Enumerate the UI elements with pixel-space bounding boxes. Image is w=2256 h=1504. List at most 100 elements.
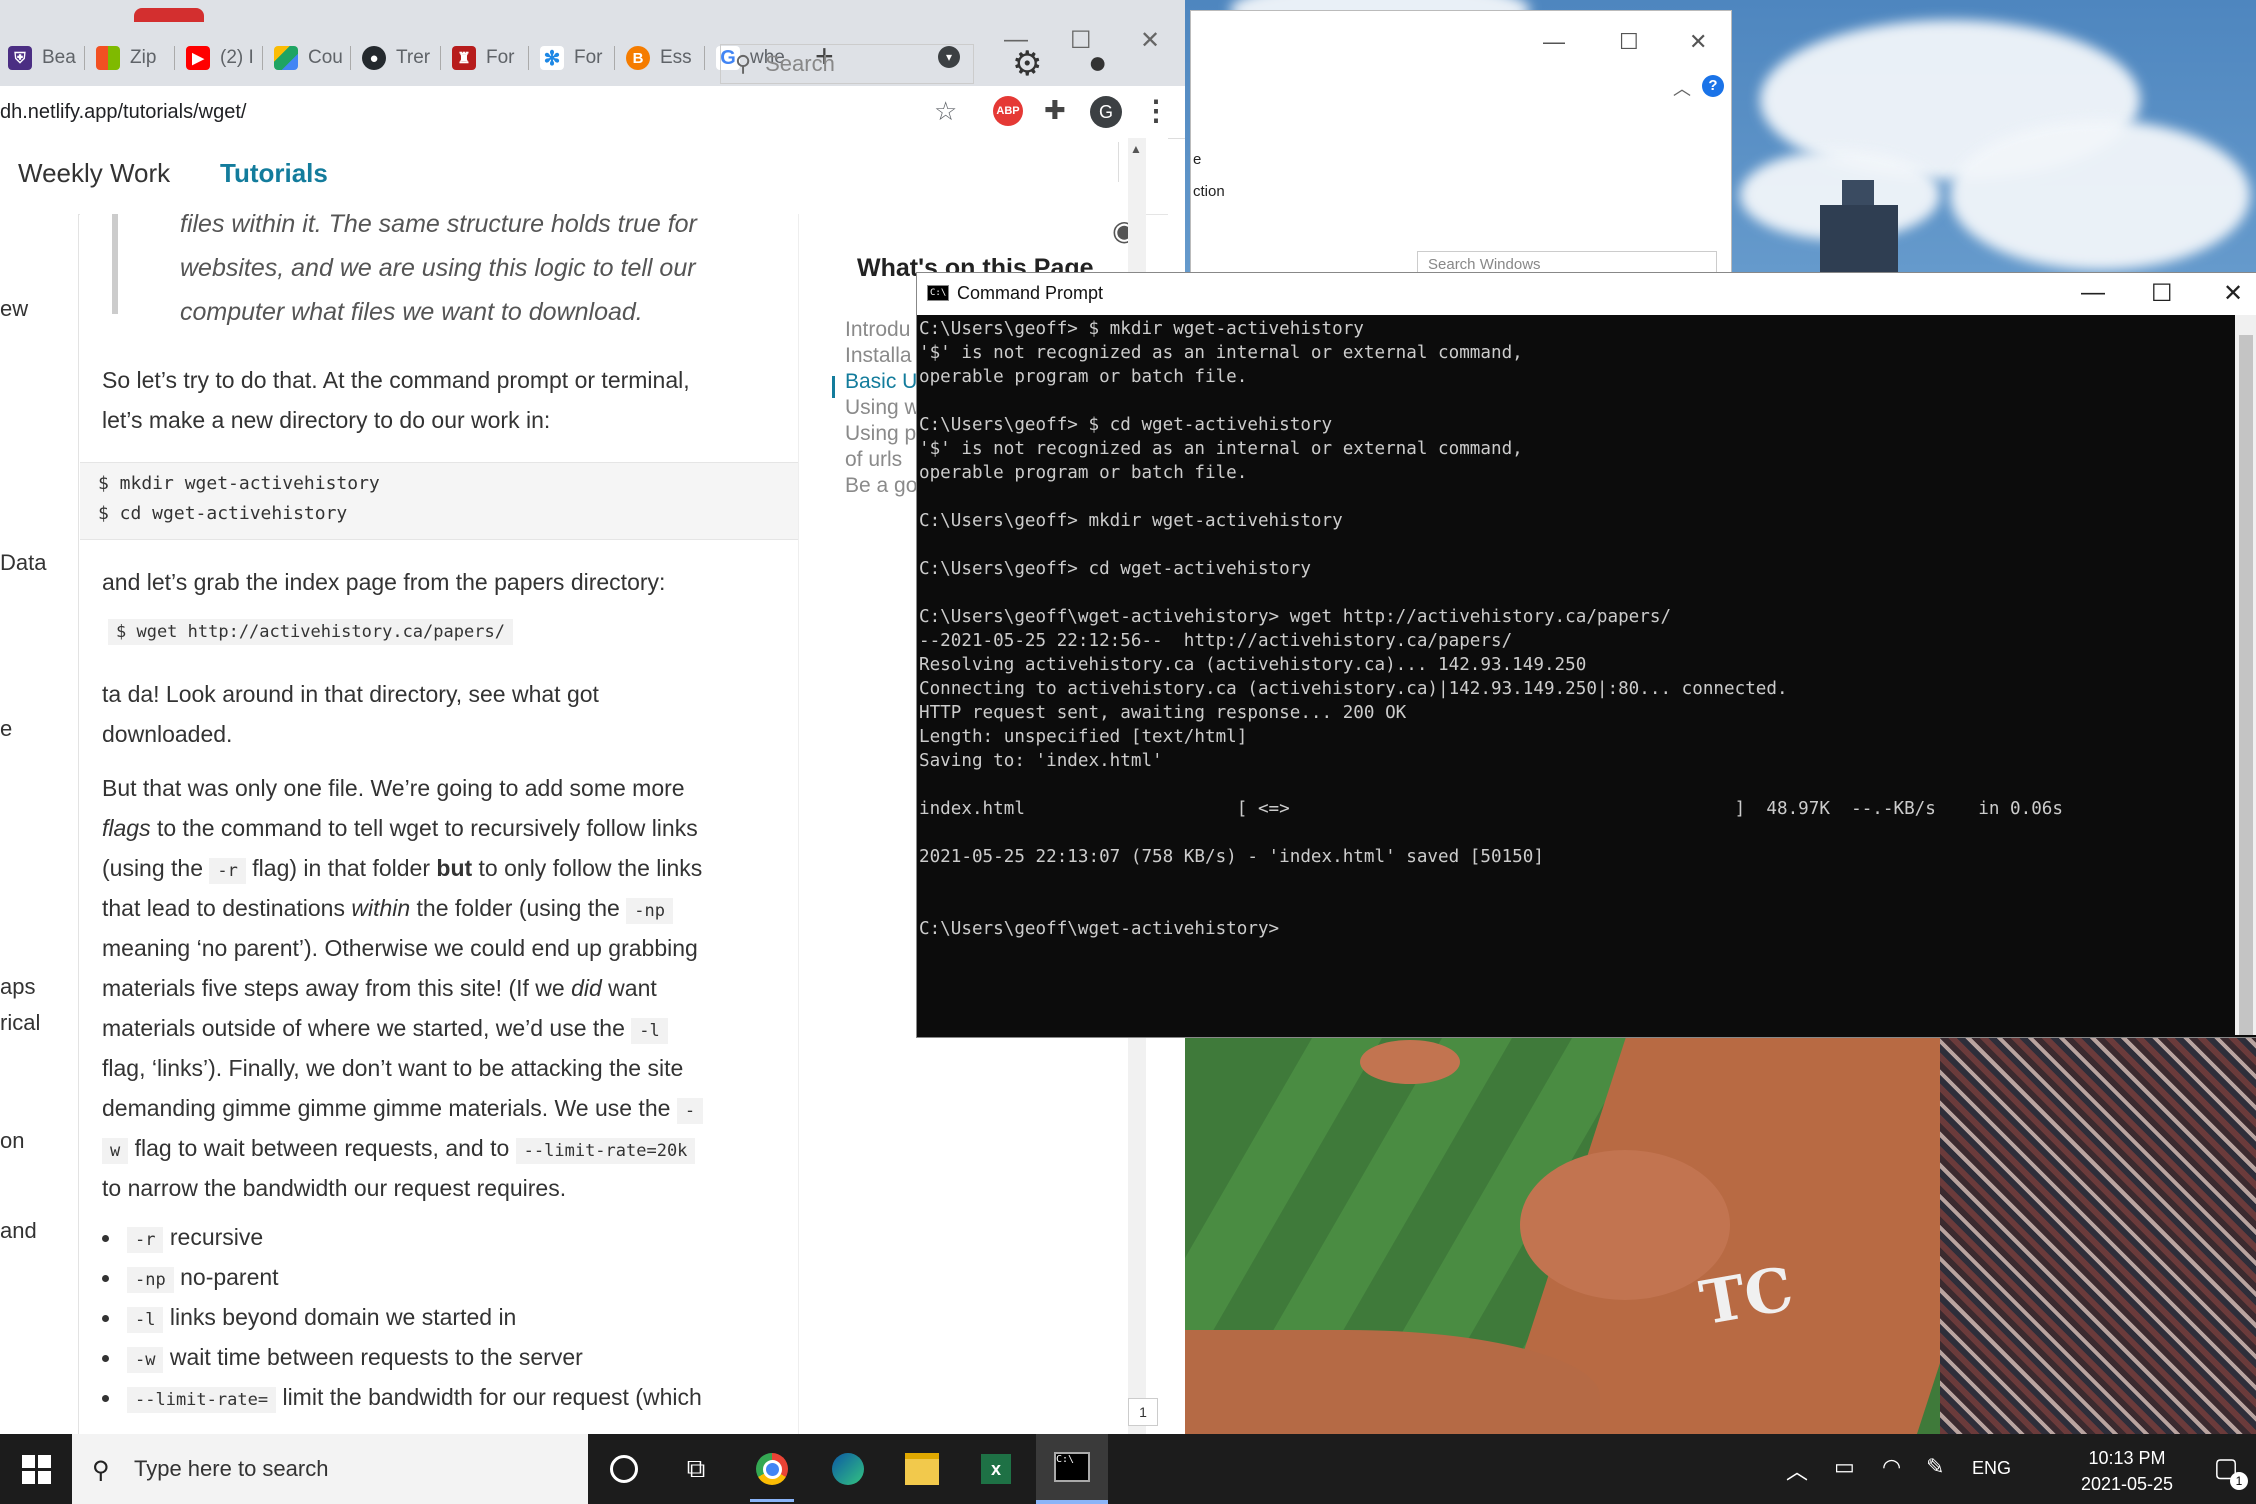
file-explorer-taskbar-icon[interactable] <box>886 1434 958 1504</box>
address-bar[interactable]: dh.netlify.app/tutorials/wget/ <box>0 92 980 132</box>
start-button[interactable] <box>0 1434 72 1504</box>
github-icon[interactable]: ● <box>1088 44 1107 81</box>
cmd-line: Length: unspecified [text/html] <box>919 727 1248 747</box>
tab[interactable]: ✻ For <box>540 38 603 78</box>
blockquote-line: websites, and we are using this logic to… <box>180 254 696 282</box>
tab[interactable]: Cou <box>274 38 343 78</box>
tab[interactable]: B Ess <box>626 38 692 78</box>
help-icon[interactable]: ? <box>1702 75 1724 97</box>
tab[interactable]: ♜ For <box>452 38 515 78</box>
toc-link[interactable]: Installa <box>845 344 912 368</box>
clock[interactable]: 10:13 PM 2021-05-25 <box>2072 1445 2182 1497</box>
adblock-plus-icon[interactable]: ABP <box>993 96 1023 126</box>
paragraph-line: w flag to wait between requests, and to … <box>102 1128 792 1171</box>
paragraph-line: let’s make a new directory to do our wor… <box>102 407 551 433</box>
nav-weekly-work[interactable]: Weekly Work <box>18 158 170 189</box>
profile-avatar[interactable]: G <box>1090 96 1122 128</box>
paragraph-line: So let’s try to do that. At the command … <box>102 367 690 393</box>
cortana-icon[interactable] <box>588 1434 660 1504</box>
cmd-line: Connecting to activehistory.ca (activehi… <box>919 679 1788 699</box>
cmd-prompt-line[interactable]: C:\Users\geoff\wget-activehistory> <box>919 919 1279 939</box>
tab[interactable]: ⛨ Bea <box>8 38 76 78</box>
maximize-icon[interactable]: ☐ <box>1619 29 1639 55</box>
cmd-line: C:\Users\geoff\wget-activehistory> wget … <box>919 607 1672 627</box>
tab-label: (2) I <box>220 47 254 68</box>
paragraph-line: meaning ‘no parent’). Otherwise we could… <box>102 935 698 961</box>
language-indicator[interactable]: ENG <box>1972 1458 2011 1479</box>
battery-icon[interactable]: ▭ <box>1834 1454 1855 1480</box>
cmd-output[interactable]: C:\Users\geoff> $ mkdir wget-activehisto… <box>917 315 2235 1035</box>
chrome-taskbar-icon[interactable] <box>736 1434 808 1504</box>
ribbon-label: ction <box>1193 183 1225 200</box>
tab-label: For <box>486 47 515 68</box>
gear-icon[interactable]: ⚙ <box>1012 44 1042 84</box>
cmd-line: '$' is not recognized as an internal or … <box>919 439 1523 459</box>
scroll-thumb[interactable] <box>2239 335 2253 1035</box>
tab-label: For <box>574 47 603 68</box>
search-icon: ⚲ <box>92 1457 110 1484</box>
wifi-icon[interactable]: ◠ <box>1882 1454 1901 1480</box>
excel-taskbar-icon[interactable]: x <box>960 1434 1032 1504</box>
paragraph-line: But that was only one file. We’re going … <box>102 775 685 801</box>
blockquote-line: files within it. The same structure hold… <box>180 214 697 238</box>
sidebar-item[interactable]: rical <box>0 1010 40 1036</box>
cmd-line: Resolving activehistory.ca (activehistor… <box>919 655 1587 675</box>
command-prompt-window[interactable]: C:\ Command Prompt — ☐ ✕ C:\Users\geoff>… <box>916 272 2256 1038</box>
cmd-line: --2021-05-25 22:12:56-- http://activehis… <box>919 631 1513 651</box>
sidebar-item[interactable]: ew <box>0 296 28 322</box>
extensions-puzzle-icon[interactable]: ✚ <box>1044 95 1066 126</box>
pen-icon[interactable]: ✎ <box>1926 1454 1944 1480</box>
toc-link[interactable]: Introdu <box>845 318 910 342</box>
command-prompt-taskbar-icon[interactable]: C:\ <box>1036 1434 1108 1504</box>
close-icon[interactable]: ✕ <box>1689 29 1707 55</box>
sidebar-item[interactable]: and <box>0 1218 37 1244</box>
kebab-menu-icon[interactable]: ⋮ <box>1142 94 1170 127</box>
chevron-up-icon[interactable]: ︿ <box>1786 1454 1808 1486</box>
notification-count-badge: 1 <box>2230 1472 2248 1490</box>
minimize-icon[interactable]: — <box>1543 29 1565 55</box>
ribbon-label: e <box>1193 151 1202 168</box>
toc-link[interactable]: Be a go <box>845 474 917 498</box>
list-item: --limit-rate= limit the bandwidth for ou… <box>102 1384 702 1413</box>
list-item: -w wait time between requests to the ser… <box>102 1344 583 1373</box>
blogger-icon: B <box>626 46 650 70</box>
sidebar-item[interactable]: aps <box>0 974 35 1000</box>
toc-link[interactable]: Basic U <box>845 370 917 394</box>
close-icon[interactable]: ✕ <box>2223 279 2243 308</box>
scroll-up-icon[interactable]: ▲ <box>1130 142 1142 156</box>
chevron-up-icon[interactable]: ︿ <box>1673 75 1691 101</box>
task-view-icon[interactable]: ⧉ <box>660 1434 732 1504</box>
crest-icon: ♜ <box>452 46 476 70</box>
cmd-line: C:\Users\geoff> $ cd wget-activehistory <box>919 415 1333 435</box>
paragraph-line: flag, ‘links’). Finally, we don’t want t… <box>102 1055 684 1081</box>
cmd-line: '$' is not recognized as an internal or … <box>919 343 1523 363</box>
toc-link[interactable]: Using p <box>845 422 916 446</box>
list-item: -r recursive <box>102 1224 263 1253</box>
edge-taskbar-icon[interactable] <box>812 1434 884 1504</box>
sidebar-item[interactable]: e <box>0 716 12 742</box>
sidebar-item[interactable]: on <box>0 1128 24 1154</box>
tab[interactable]: ● Trer <box>362 38 430 78</box>
taskbar-search-box[interactable]: ⚲ Type here to search <box>72 1434 588 1504</box>
search-icon: ⚲ <box>735 51 752 76</box>
cmd-title: Command Prompt <box>957 283 1104 303</box>
maximize-icon[interactable]: ☐ <box>2151 279 2173 308</box>
close-icon[interactable]: ✕ <box>1140 26 1160 55</box>
cmd-scrollbar[interactable] <box>2235 315 2256 1035</box>
tab-label: Ess <box>660 47 692 68</box>
left-sidebar: ew Data e aps rical on and <box>0 214 79 1434</box>
minimize-icon[interactable]: — <box>2081 279 2105 307</box>
toc-link[interactable]: of urls <box>845 448 902 472</box>
taskbar-search-placeholder: Type here to search <box>134 1456 329 1481</box>
nav-tutorials[interactable]: Tutorials <box>220 158 328 189</box>
cmd-line: Saving to: 'index.html' <box>919 751 1163 771</box>
cmd-line: C:\Users\geoff> $ mkdir wget-activehisto… <box>919 319 1364 339</box>
tab[interactable]: Zip <box>96 38 156 78</box>
page-number-badge: 1 <box>1128 1398 1158 1426</box>
tab[interactable]: ▶ (2) I <box>186 38 254 78</box>
sidebar-item[interactable]: Data <box>0 550 46 576</box>
cmd-title-bar[interactable]: C:\ Command Prompt — ☐ ✕ <box>917 273 2256 315</box>
site-search-input[interactable]: ⚲ Search <box>720 44 974 84</box>
bookmark-star-icon[interactable]: ☆ <box>934 96 957 127</box>
toc-link[interactable]: Using w <box>845 396 920 420</box>
